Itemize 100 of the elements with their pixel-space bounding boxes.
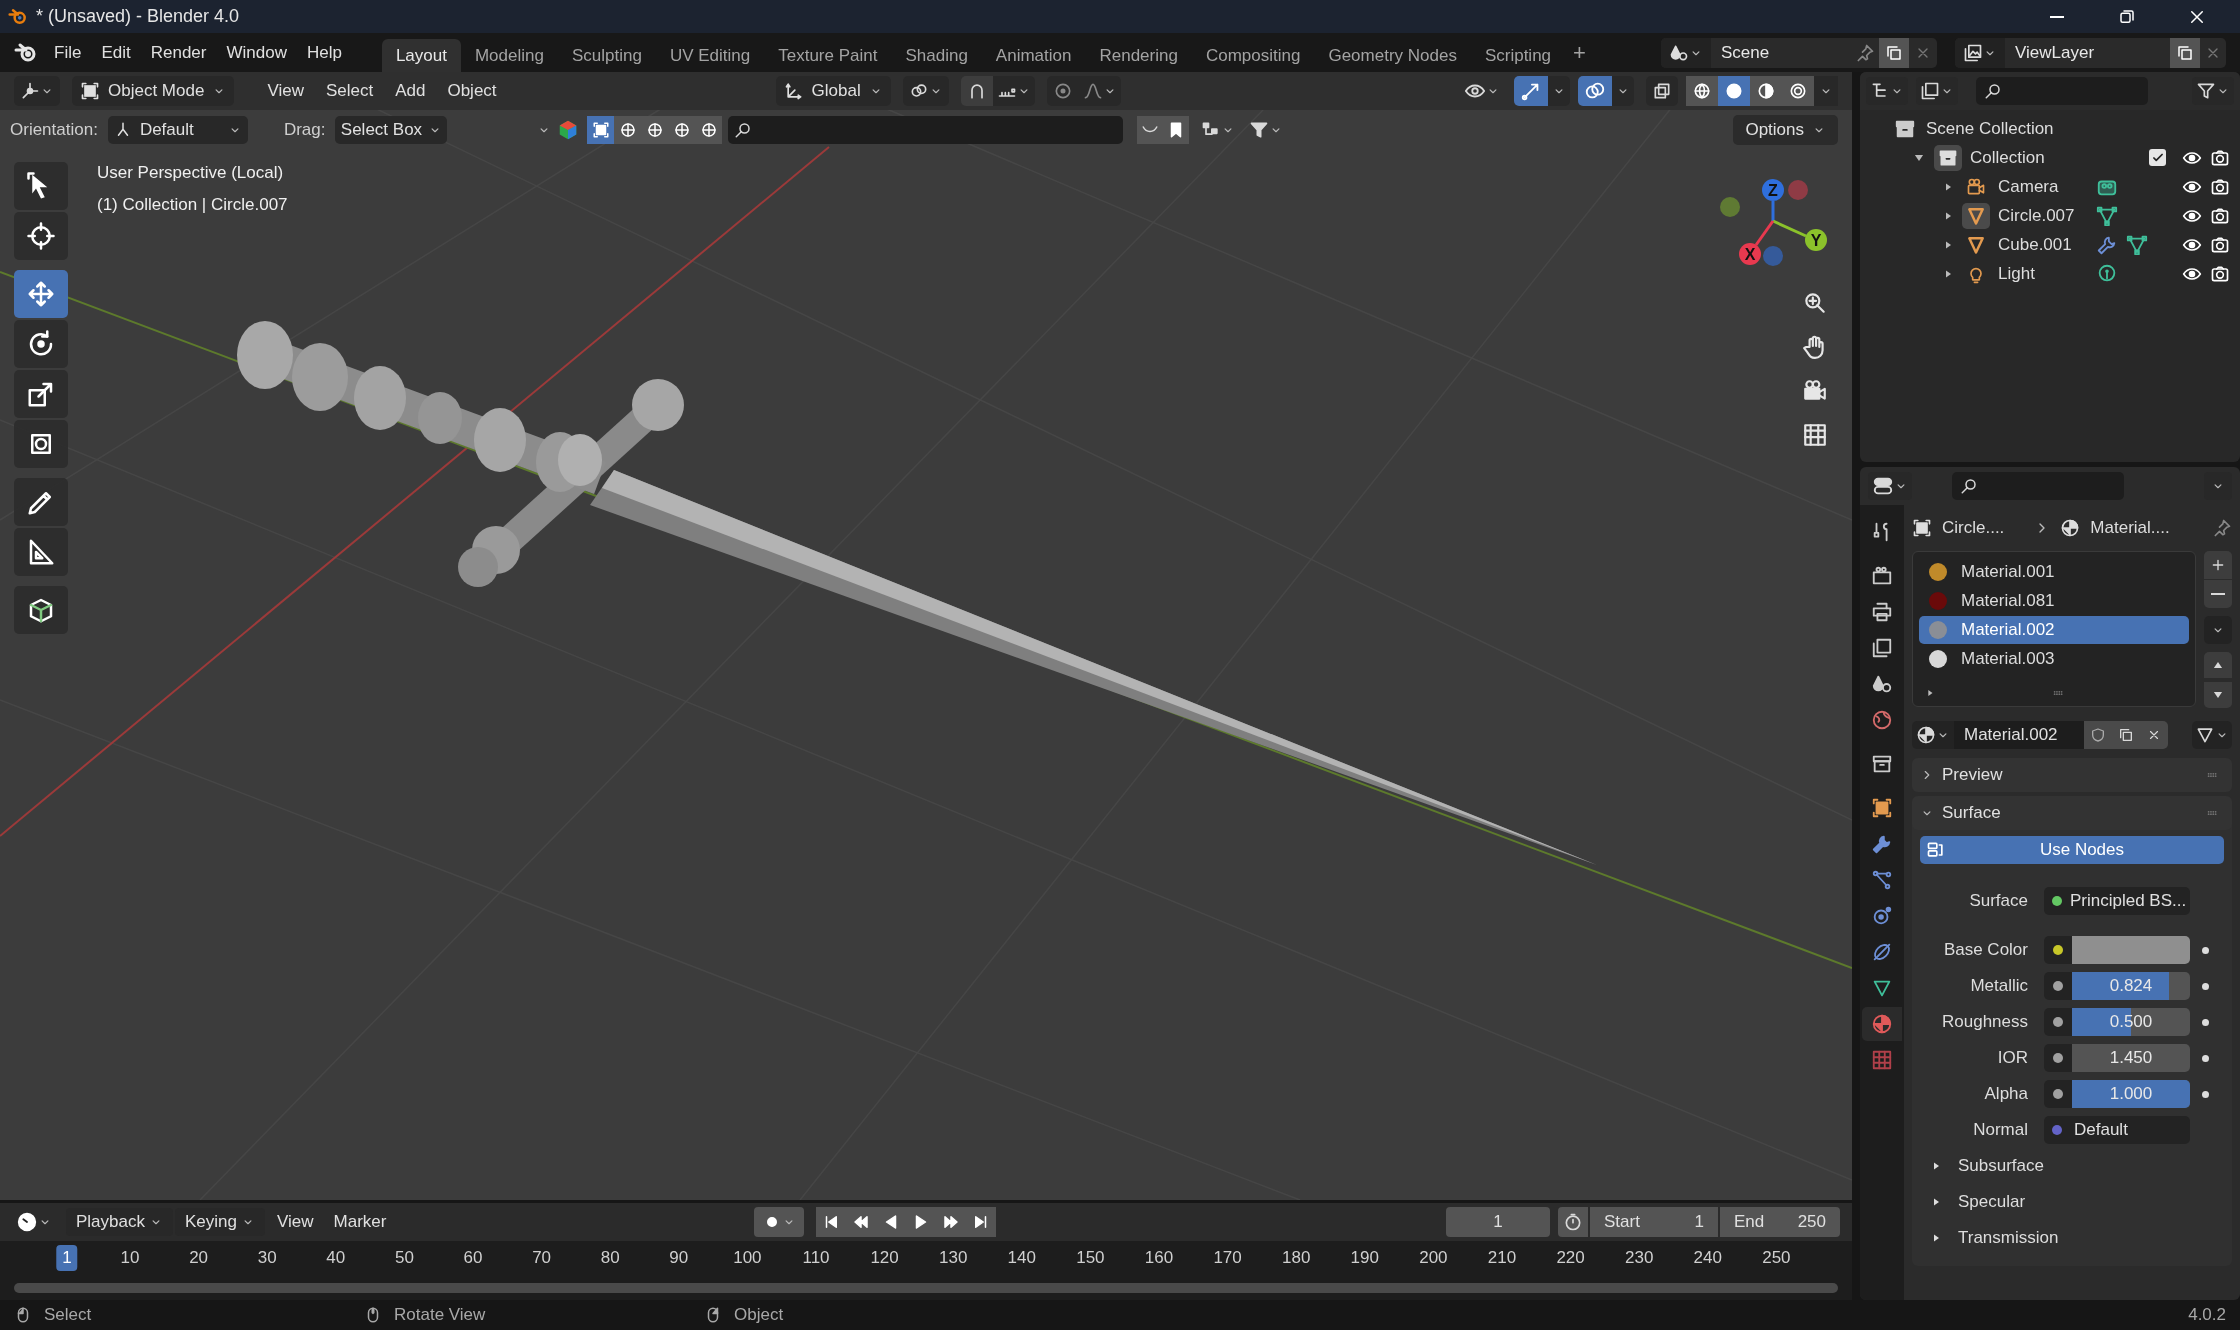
transform-orientation-dropdown[interactable]: Global — [775, 76, 891, 106]
workspace-tab[interactable]: Compositing — [1191, 39, 1315, 72]
menu-item[interactable]: Object — [436, 76, 508, 106]
outliner-item[interactable]: Collection — [1970, 144, 2045, 171]
workspace-tab[interactable]: Geometry Nodes — [1314, 39, 1471, 72]
frame-number: 70 — [531, 1247, 553, 1270]
current-frame-field[interactable]: 1 — [1446, 1207, 1550, 1237]
workspace-tab[interactable]: Rendering — [1085, 39, 1192, 72]
status-hint: Select — [44, 1304, 93, 1327]
frame-ruler[interactable]: 1 10 20 30 40 50 60 70 80 90 100 110 120 130 140 150 160 170 180 190 200 210 220 230 240 250 — [0, 1241, 1852, 1275]
workspace-tab[interactable]: Sculpting — [557, 39, 656, 72]
frame-number: 170 — [1212, 1247, 1243, 1270]
window-title: * (Unsaved) - Blender 4.0 — [36, 5, 240, 28]
outliner-item[interactable]: Light — [1998, 260, 2088, 287]
frame-number: 210 — [1486, 1247, 1518, 1270]
workspace-tab[interactable]: Texture Paint — [764, 39, 892, 72]
menu-item[interactable]: Keying — [175, 1208, 265, 1236]
orientation-label: Orientation: — [10, 119, 98, 142]
orientation-dropdown[interactable]: Default — [107, 116, 248, 144]
frame-number: 220 — [1555, 1247, 1586, 1270]
navigation-gizmo[interactable]: Z Y X — [1715, 176, 1835, 276]
frame-number: 200 — [1418, 1247, 1449, 1270]
frame-number: 100 — [732, 1247, 763, 1270]
frame-number: 160 — [1143, 1247, 1175, 1270]
start-frame-field[interactable]: Start 1 — [1590, 1207, 1718, 1237]
subpanel-header[interactable]: Transmission — [1958, 1225, 2059, 1251]
field-label: Roughness — [1941, 1011, 2029, 1034]
shader-dropdown[interactable]: Principled BS... — [2044, 887, 2190, 915]
field-label: Surface — [1968, 890, 2029, 913]
field-label: Alpha — [1983, 1083, 2029, 1106]
frame-number: 90 — [668, 1247, 690, 1270]
material-slot[interactable]: Material.003 — [1919, 645, 2189, 673]
material-slot[interactable]: Material.002 — [1919, 616, 2189, 644]
frame-number: 110 — [801, 1247, 831, 1270]
outliner-item[interactable]: Cube.001 — [1998, 231, 2088, 258]
field-label: Base Color — [1942, 939, 2029, 962]
material-slot[interactable]: Material.081 — [1919, 587, 2189, 615]
field-label: Normal — [1972, 1119, 2029, 1142]
options-dropdown[interactable]: Options — [1733, 115, 1838, 145]
frame-number: 140 — [1006, 1247, 1037, 1270]
frame-number: 150 — [1075, 1247, 1106, 1270]
number-field[interactable]: 1.450 — [2072, 1044, 2190, 1072]
menu-item[interactable]: Select — [314, 76, 385, 106]
material-slot[interactable]: Material.001 — [1919, 558, 2189, 586]
mode-dropdown[interactable]: Object Mode — [72, 76, 235, 106]
workspace-tab[interactable]: UV Editing — [655, 39, 765, 72]
frame-number: 40 — [325, 1247, 347, 1270]
use-nodes-button[interactable]: Use Nodes — [1920, 836, 2224, 864]
value-slider[interactable]: 0.500 — [2072, 1008, 2190, 1036]
frame-number: 120 — [869, 1247, 900, 1270]
menu-item[interactable]: View — [256, 76, 315, 106]
outliner-item[interactable]: Camera — [1998, 173, 2088, 200]
frame-number: 50 — [393, 1247, 415, 1270]
workspace-tab[interactable]: Layout — [381, 39, 461, 72]
frame-number: 20 — [188, 1247, 210, 1270]
frame-number: 30 — [256, 1247, 278, 1270]
menu-item[interactable]: Playback — [66, 1208, 173, 1236]
outliner-item[interactable]: Scene Collection — [1926, 115, 2054, 142]
frame-number: 230 — [1624, 1247, 1655, 1270]
workspace-tab[interactable]: Shading — [891, 39, 982, 72]
frame-number: 250 — [1761, 1247, 1792, 1270]
field-label: IOR — [1996, 1047, 2029, 1070]
subpanel-header[interactable]: Subsurface — [1958, 1153, 2044, 1179]
field-label: Metallic — [1969, 975, 2029, 998]
add-workspace-button[interactable]: + — [1565, 36, 1594, 69]
frame-number: 130 — [938, 1247, 969, 1270]
viewport[interactable]: Object Mode View Select Add Object Global Orientation: Default Drag: Select Box Options User Perspective (Local) (1) Collection | Circle.007 Z Y X — [0, 72, 1852, 1200]
value-slider[interactable]: 1.000 — [2072, 1080, 2190, 1108]
workspace-tab[interactable]: Scripting — [1470, 39, 1566, 72]
workspace-tab[interactable]: Modeling — [460, 39, 558, 72]
frame-number: 80 — [599, 1247, 621, 1270]
value-slider[interactable]: 0.824 — [2072, 972, 2190, 1000]
menu-item[interactable]: Render — [140, 37, 217, 68]
status-hint: Rotate View — [394, 1304, 487, 1327]
menu-item[interactable]: Edit — [91, 37, 141, 68]
frame-number: 190 — [1349, 1247, 1380, 1270]
menu-item[interactable]: View — [266, 1208, 324, 1236]
menu-item[interactable]: File — [44, 37, 92, 68]
frame-number: 10 — [119, 1247, 141, 1270]
menu-item[interactable]: Add — [384, 76, 437, 106]
breadcrumb-item[interactable]: Circle.... — [1942, 515, 2005, 541]
drag-dropdown[interactable]: Select Box — [335, 116, 448, 144]
axis-handle[interactable]: X — [1739, 243, 1761, 265]
end-frame-field[interactable]: End 250 — [1720, 1207, 1840, 1237]
material-name-field[interactable]: Material.002 — [1954, 721, 2084, 749]
breadcrumb-item[interactable]: Material.... — [2090, 515, 2170, 541]
subpanel-header[interactable]: Specular — [1958, 1189, 2026, 1215]
frame-number: 60 — [462, 1247, 484, 1270]
menu-item[interactable]: Help — [296, 37, 352, 68]
current-frame-indicator[interactable]: 1 — [56, 1245, 78, 1271]
menu-item[interactable]: Marker — [323, 1208, 397, 1236]
axis-handle[interactable]: Y — [1805, 229, 1827, 251]
menu-item[interactable]: Window — [216, 37, 297, 68]
drag-label: Drag: — [283, 119, 326, 142]
outliner-item[interactable]: Circle.007 — [1998, 202, 2088, 229]
workspace-tab[interactable]: Animation — [981, 39, 1086, 72]
axis-handle[interactable]: Z — [1762, 179, 1784, 201]
status-hint: Object — [734, 1304, 784, 1327]
viewport-info-text: User Perspective (Local) — [97, 162, 285, 184]
input-link-dropdown[interactable]: Default — [2044, 1116, 2190, 1144]
